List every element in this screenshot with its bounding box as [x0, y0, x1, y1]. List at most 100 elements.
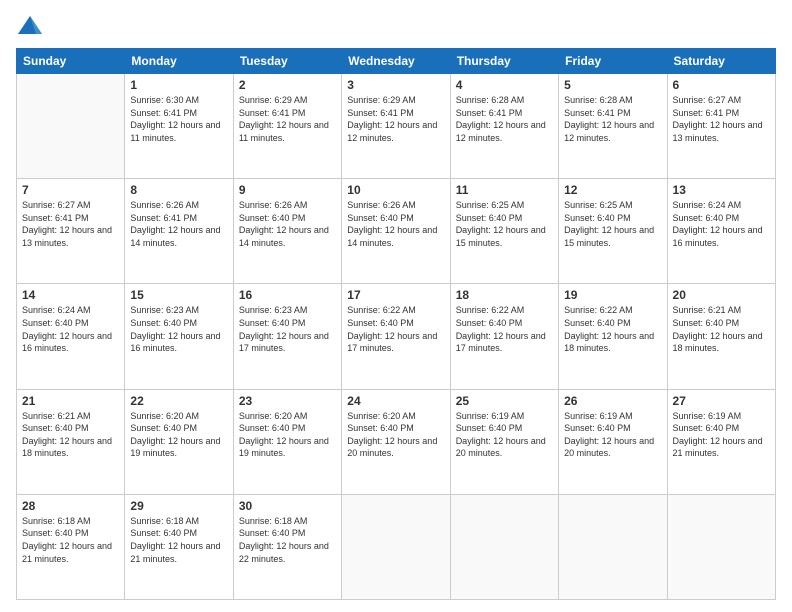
calendar-table: SundayMondayTuesdayWednesdayThursdayFrid… [16, 48, 776, 600]
day-number: 18 [456, 288, 553, 302]
day-number: 29 [130, 499, 227, 513]
day-cell: 21 Sunrise: 6:21 AMSunset: 6:40 PMDayligh… [17, 389, 125, 494]
week-row-0: 1 Sunrise: 6:30 AMSunset: 6:41 PMDaylight… [17, 74, 776, 179]
day-info: Sunrise: 6:22 AMSunset: 6:40 PMDaylight:… [456, 304, 553, 354]
week-row-4: 28 Sunrise: 6:18 AMSunset: 6:40 PMDayligh… [17, 494, 776, 599]
day-cell: 5 Sunrise: 6:28 AMSunset: 6:41 PMDaylight… [559, 74, 667, 179]
day-cell: 17 Sunrise: 6:22 AMSunset: 6:40 PMDayligh… [342, 284, 450, 389]
day-cell: 22 Sunrise: 6:20 AMSunset: 6:40 PMDayligh… [125, 389, 233, 494]
day-info: Sunrise: 6:30 AMSunset: 6:41 PMDaylight:… [130, 94, 227, 144]
day-cell [559, 494, 667, 599]
day-info: Sunrise: 6:18 AMSunset: 6:40 PMDaylight:… [22, 515, 119, 565]
day-cell: 7 Sunrise: 6:27 AMSunset: 6:41 PMDaylight… [17, 179, 125, 284]
day-cell: 27 Sunrise: 6:19 AMSunset: 6:40 PMDayligh… [667, 389, 775, 494]
day-number: 22 [130, 394, 227, 408]
header-cell-thursday: Thursday [450, 49, 558, 74]
day-number: 16 [239, 288, 336, 302]
day-number: 26 [564, 394, 661, 408]
day-info: Sunrise: 6:20 AMSunset: 6:40 PMDaylight:… [239, 410, 336, 460]
day-info: Sunrise: 6:21 AMSunset: 6:40 PMDaylight:… [673, 304, 770, 354]
day-cell: 20Sunrise: 6:21 AMSunset: 6:40 PMDayligh… [667, 284, 775, 389]
day-cell: 12 Sunrise: 6:25 AMSunset: 6:40 PMDayligh… [559, 179, 667, 284]
day-info: Sunrise: 6:21 AMSunset: 6:40 PMDaylight:… [22, 410, 119, 460]
day-cell: 24 Sunrise: 6:20 AMSunset: 6:40 PMDayligh… [342, 389, 450, 494]
day-cell: 8 Sunrise: 6:26 AMSunset: 6:41 PMDaylight… [125, 179, 233, 284]
day-cell: 26Sunrise: 6:19 AMSunset: 6:40 PMDayligh… [559, 389, 667, 494]
day-info: Sunrise: 6:19 AMSunset: 6:40 PMDaylight:… [673, 410, 770, 460]
day-number: 6 [673, 78, 770, 92]
header-cell-saturday: Saturday [667, 49, 775, 74]
header-cell-monday: Monday [125, 49, 233, 74]
day-cell: 9Sunrise: 6:26 AMSunset: 6:40 PMDaylight… [233, 179, 341, 284]
day-info: Sunrise: 6:22 AMSunset: 6:40 PMDaylight:… [347, 304, 444, 354]
day-cell: 4Sunrise: 6:28 AMSunset: 6:41 PMDaylight… [450, 74, 558, 179]
header-cell-friday: Friday [559, 49, 667, 74]
day-cell: 28 Sunrise: 6:18 AMSunset: 6:40 PMDayligh… [17, 494, 125, 599]
day-number: 5 [564, 78, 661, 92]
day-info: Sunrise: 6:18 AMSunset: 6:40 PMDaylight:… [130, 515, 227, 565]
day-cell: 10 Sunrise: 6:26 AMSunset: 6:40 PMDayligh… [342, 179, 450, 284]
day-number: 8 [130, 183, 227, 197]
day-info: Sunrise: 6:29 AMSunset: 6:41 PMDaylight:… [239, 94, 336, 144]
day-number: 21 [22, 394, 119, 408]
day-info: Sunrise: 6:25 AMSunset: 6:40 PMDaylight:… [564, 199, 661, 249]
header-cell-sunday: Sunday [17, 49, 125, 74]
header-row: SundayMondayTuesdayWednesdayThursdayFrid… [17, 49, 776, 74]
day-cell: 15 Sunrise: 6:23 AMSunset: 6:40 PMDayligh… [125, 284, 233, 389]
day-number: 25 [456, 394, 553, 408]
day-info: Sunrise: 6:26 AMSunset: 6:40 PMDaylight:… [347, 199, 444, 249]
day-number: 13 [673, 183, 770, 197]
day-cell: 1 Sunrise: 6:30 AMSunset: 6:41 PMDaylight… [125, 74, 233, 179]
day-info: Sunrise: 6:19 AMSunset: 6:40 PMDaylight:… [456, 410, 553, 460]
calendar-header: SundayMondayTuesdayWednesdayThursdayFrid… [17, 49, 776, 74]
logo-icon [16, 12, 44, 40]
day-number: 9 [239, 183, 336, 197]
day-number: 7 [22, 183, 119, 197]
day-number: 4 [456, 78, 553, 92]
day-cell: 18 Sunrise: 6:22 AMSunset: 6:40 PMDayligh… [450, 284, 558, 389]
day-info: Sunrise: 6:20 AMSunset: 6:40 PMDaylight:… [347, 410, 444, 460]
day-info: Sunrise: 6:27 AMSunset: 6:41 PMDaylight:… [22, 199, 119, 249]
day-number: 10 [347, 183, 444, 197]
day-info: Sunrise: 6:20 AMSunset: 6:40 PMDaylight:… [130, 410, 227, 460]
day-cell: 29 Sunrise: 6:18 AMSunset: 6:40 PMDayligh… [125, 494, 233, 599]
day-cell: 25 Sunrise: 6:19 AMSunset: 6:40 PMDayligh… [450, 389, 558, 494]
header-cell-tuesday: Tuesday [233, 49, 341, 74]
header-cell-wednesday: Wednesday [342, 49, 450, 74]
day-info: Sunrise: 6:22 AMSunset: 6:40 PMDaylight:… [564, 304, 661, 354]
day-cell [450, 494, 558, 599]
day-info: Sunrise: 6:24 AMSunset: 6:40 PMDaylight:… [22, 304, 119, 354]
week-row-1: 7 Sunrise: 6:27 AMSunset: 6:41 PMDaylight… [17, 179, 776, 284]
calendar-body: 1 Sunrise: 6:30 AMSunset: 6:41 PMDaylight… [17, 74, 776, 600]
day-cell [17, 74, 125, 179]
day-cell: 14Sunrise: 6:24 AMSunset: 6:40 PMDayligh… [17, 284, 125, 389]
day-info: Sunrise: 6:18 AMSunset: 6:40 PMDaylight:… [239, 515, 336, 565]
day-number: 17 [347, 288, 444, 302]
week-row-2: 14Sunrise: 6:24 AMSunset: 6:40 PMDayligh… [17, 284, 776, 389]
day-number: 27 [673, 394, 770, 408]
day-number: 28 [22, 499, 119, 513]
day-number: 2 [239, 78, 336, 92]
day-cell: 13Sunrise: 6:24 AMSunset: 6:40 PMDayligh… [667, 179, 775, 284]
page: SundayMondayTuesdayWednesdayThursdayFrid… [0, 0, 792, 612]
day-cell [667, 494, 775, 599]
day-number: 19 [564, 288, 661, 302]
day-number: 1 [130, 78, 227, 92]
day-number: 24 [347, 394, 444, 408]
day-info: Sunrise: 6:23 AMSunset: 6:40 PMDaylight:… [130, 304, 227, 354]
day-info: Sunrise: 6:27 AMSunset: 6:41 PMDaylight:… [673, 94, 770, 144]
header [16, 12, 776, 40]
day-cell: 3Sunrise: 6:29 AMSunset: 6:41 PMDaylight… [342, 74, 450, 179]
day-number: 12 [564, 183, 661, 197]
day-cell: 16Sunrise: 6:23 AMSunset: 6:40 PMDayligh… [233, 284, 341, 389]
day-number: 11 [456, 183, 553, 197]
logo [16, 12, 48, 40]
day-info: Sunrise: 6:25 AMSunset: 6:40 PMDaylight:… [456, 199, 553, 249]
day-number: 15 [130, 288, 227, 302]
day-cell [342, 494, 450, 599]
day-cell: 11 Sunrise: 6:25 AMSunset: 6:40 PMDayligh… [450, 179, 558, 284]
day-info: Sunrise: 6:28 AMSunset: 6:41 PMDaylight:… [564, 94, 661, 144]
day-cell: 23 Sunrise: 6:20 AMSunset: 6:40 PMDayligh… [233, 389, 341, 494]
day-number: 23 [239, 394, 336, 408]
day-info: Sunrise: 6:26 AMSunset: 6:41 PMDaylight:… [130, 199, 227, 249]
